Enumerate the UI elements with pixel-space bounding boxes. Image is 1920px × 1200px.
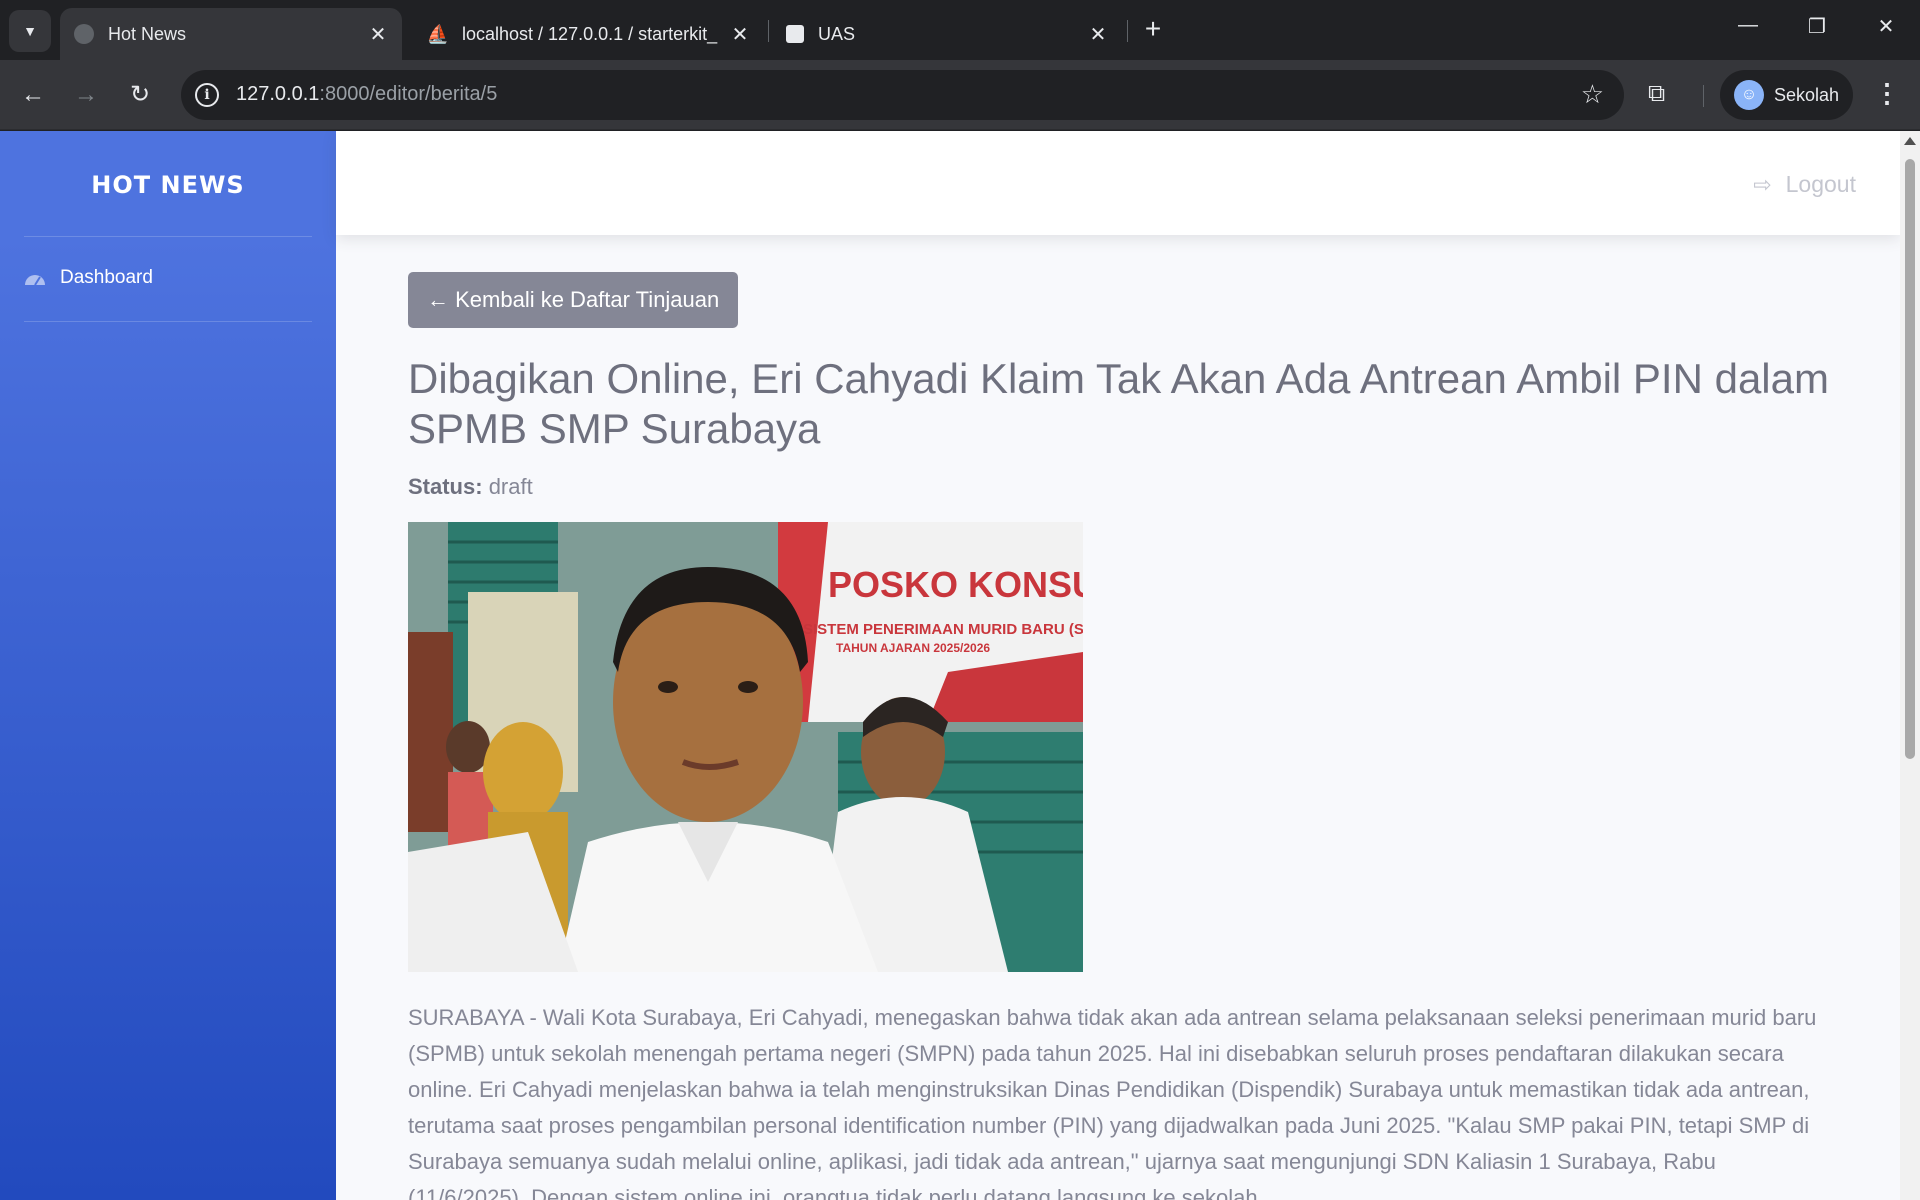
globe-icon — [74, 24, 94, 44]
contact-card-icon — [786, 25, 804, 43]
toolbar-divider — [1703, 85, 1704, 107]
browser-menu-icon[interactable]: ⋮ — [1874, 78, 1900, 109]
site-info-icon[interactable]: i — [195, 83, 219, 107]
scrollbar-thumb[interactable] — [1905, 159, 1915, 759]
tachometer-icon — [25, 275, 45, 286]
tab-title: localhost / 127.0.0.1 / starterkit_ — [462, 23, 718, 44]
banner-year: TAHUN AJARAN 2025/2026 — [836, 641, 990, 655]
scroll-up-arrow-icon[interactable] — [1904, 137, 1916, 145]
article-photo: POSKO KONSULTASI SISTEM PENERIMAAN MURID… — [408, 522, 1083, 972]
status-label: Status: — [408, 474, 483, 499]
article-image: POSKO KONSULTASI SISTEM PENERIMAAN MURID… — [408, 522, 1083, 972]
plus-icon: + — [1144, 13, 1162, 44]
reload-button[interactable]: ↻ — [122, 77, 158, 113]
article-title: Dibagikan Online, Eri Cahyadi Klaim Tak … — [408, 355, 1829, 452]
banner-title: POSKO KONSULTASI — [828, 564, 1083, 605]
topbar: ⇨ Logout — [336, 131, 1900, 235]
tab-title: Hot News — [108, 23, 187, 44]
tab-title: UAS — [818, 23, 856, 44]
address-bar[interactable]: i 127.0.0.1:8000/editor/berita/5 ☆ — [181, 70, 1624, 120]
chevron-down-icon: ▼ — [23, 23, 37, 39]
browser-tabstrip: ▼ Hot News ✕ ⛵ localhost / 127.0.0.1 / s… — [0, 0, 1920, 60]
sidebar-item-label: Dashboard — [60, 267, 153, 288]
url-host: 127.0.0.1 — [236, 83, 320, 105]
close-tab-icon[interactable]: ✕ — [364, 22, 392, 47]
status-line: Status: draft — [408, 474, 1858, 500]
main-content: ← Kembali ke Daftar Tinjauan Dibagikan O… — [408, 272, 1858, 1200]
new-tab-button[interactable]: + — [1137, 14, 1169, 46]
tab-phpmyadmin[interactable]: ⛵ localhost / 127.0.0.1 / starterkit_ ✕ — [414, 8, 764, 60]
sidebar-item-dashboard[interactable]: Dashboard — [24, 267, 153, 289]
logout-link[interactable]: ⇨ Logout — [1753, 171, 1856, 198]
logout-label: Logout — [1785, 171, 1856, 197]
minimize-button[interactable]: — — [1728, 14, 1768, 37]
url-text[interactable]: 127.0.0.1:8000/editor/berita/5 — [236, 83, 497, 106]
article-body: SURABAYA - Wali Kota Surabaya, Eri Cahya… — [408, 1005, 1817, 1200]
sidebar: HOT NEWS Dashboard — [0, 131, 336, 1200]
close-tab-icon[interactable]: ✕ — [1084, 22, 1112, 47]
forward-nav-button[interactable]: → — [68, 77, 104, 113]
tab-uas[interactable]: UAS ✕ — [772, 8, 1122, 60]
profile-name: Sekolah — [1774, 84, 1840, 105]
brand-logo[interactable]: HOT NEWS — [0, 171, 336, 199]
sign-out-icon: ⇨ — [1753, 171, 1772, 197]
status-value: draft — [488, 474, 533, 499]
reload-icon: ↻ — [129, 81, 151, 108]
sidebar-divider — [24, 236, 312, 237]
tab-hot-news[interactable]: Hot News ✕ — [60, 8, 402, 60]
browser-toolbar: ← → ↻ i 127.0.0.1:8000/editor/berita/5 ☆… — [0, 60, 1920, 130]
tab-separator — [1127, 20, 1128, 42]
bookmark-star-icon[interactable]: ☆ — [1581, 79, 1604, 110]
close-window-button[interactable]: ✕ — [1866, 14, 1906, 39]
back-nav-button[interactable]: ← — [15, 77, 51, 113]
phpmyadmin-icon: ⛵ — [426, 23, 450, 44]
profile-button[interactable]: ☺ Sekolah — [1720, 70, 1853, 120]
url-path: :8000/editor/berita/5 — [319, 83, 498, 105]
arrow-left-icon: ← — [21, 81, 45, 108]
page-scrollbar[interactable] — [1900, 131, 1920, 1200]
tab-separator — [768, 20, 769, 42]
avatar: ☺ — [1734, 80, 1764, 110]
page-viewport: HOT NEWS Dashboard ⇨ Logout ← Kembali ke… — [0, 131, 1920, 1200]
extensions-puzzle-icon[interactable]: ⧉ — [1648, 80, 1665, 108]
sidebar-divider — [24, 321, 312, 322]
banner-subtitle: SISTEM PENERIMAAN MURID BARU (S — [803, 621, 1083, 638]
back-to-review-list-button[interactable]: ← Kembali ke Daftar Tinjauan — [408, 272, 739, 328]
restore-button[interactable]: ❐ — [1797, 14, 1837, 39]
arrow-right-icon: → — [74, 81, 98, 108]
tab-search-button[interactable]: ▼ — [9, 10, 51, 52]
close-tab-icon[interactable]: ✕ — [726, 22, 754, 47]
